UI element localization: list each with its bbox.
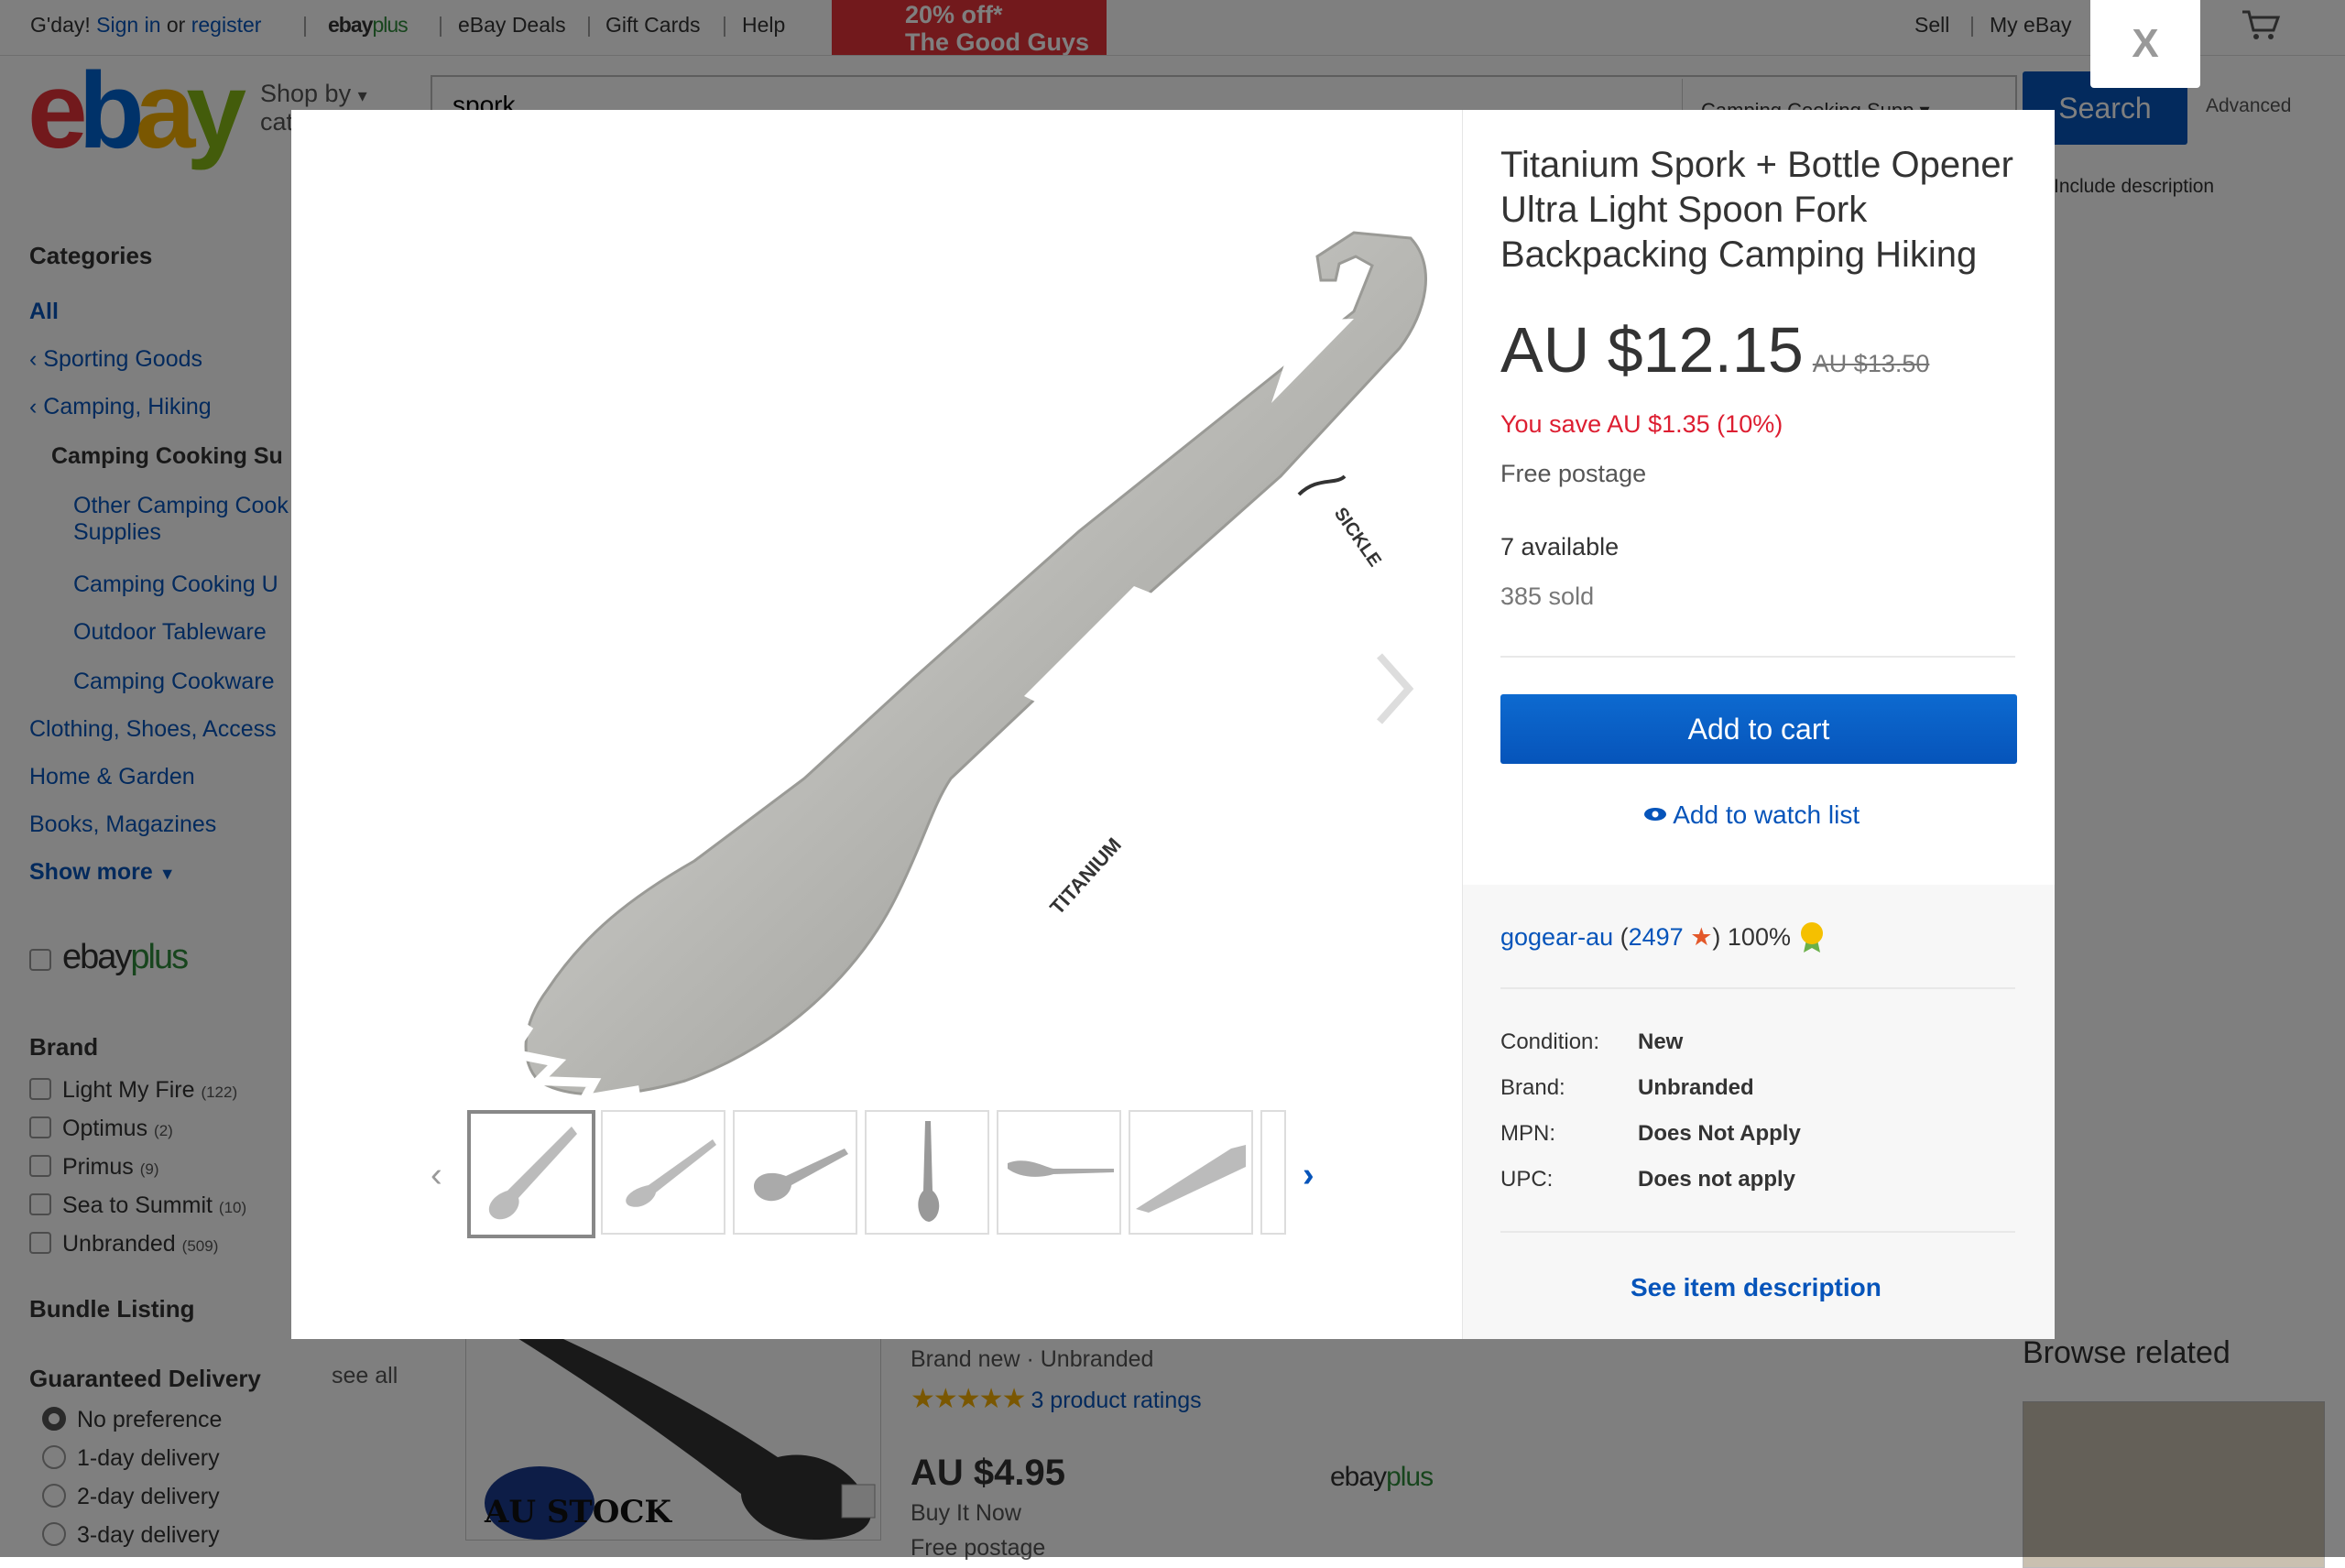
- spec-value: Unbranded: [1638, 1075, 1754, 1100]
- top-rated-seller-icon: [1798, 922, 1826, 953]
- see-item-description-link[interactable]: See item description: [1631, 1273, 1881, 1302]
- star-icon: ★: [1690, 923, 1713, 951]
- image-viewer: SICKLE TITANIUM: [291, 110, 1462, 1280]
- thumbnail[interactable]: [467, 1110, 595, 1238]
- spec-value: Does Not Apply: [1638, 1121, 1801, 1146]
- spec-label: Brand:: [1500, 1075, 1565, 1100]
- spec-value: Does not apply: [1638, 1167, 1796, 1192]
- details-lower-panel: [1463, 885, 2055, 1339]
- spec-label: Condition:: [1500, 1029, 1600, 1054]
- spec-value: New: [1638, 1029, 1684, 1054]
- divider: [1500, 987, 2015, 989]
- original-price: AU $13.50: [1812, 350, 1930, 377]
- product-price: AU $12.15 AU $13.50: [1500, 314, 1930, 386]
- seller-name-link[interactable]: gogear-au: [1500, 923, 1613, 951]
- spec-label: UPC:: [1500, 1167, 1554, 1192]
- seller-info: gogear-au (2497 ★) 100%: [1500, 921, 1826, 953]
- add-to-cart-button[interactable]: Add to cart: [1500, 694, 2017, 764]
- engraving-sickle: SICKLE: [1330, 504, 1385, 571]
- sickle-logo-icon: [1297, 474, 1347, 496]
- divider: [1500, 656, 2015, 658]
- divider: [1500, 1231, 2015, 1233]
- product-image: SICKLE TITANIUM: [503, 231, 1428, 1105]
- spec-label: MPN:: [1500, 1121, 1555, 1146]
- product-title: Titanium Spork + Bottle Opener Ultra Lig…: [1500, 145, 2013, 275]
- thumbnail-prev-arrow[interactable]: ‹: [431, 1156, 442, 1195]
- thumbnail[interactable]: [865, 1110, 989, 1235]
- next-image-arrow[interactable]: [1374, 650, 1414, 732]
- savings-text: You save AU $1.35 (10%): [1500, 410, 1783, 438]
- availability-text: 7 available: [1500, 533, 1620, 561]
- eye-icon: [1643, 800, 1667, 829]
- thumbnail[interactable]: [997, 1110, 1121, 1235]
- engraving-titanium: TITANIUM: [1045, 833, 1126, 920]
- seller-feedback-link[interactable]: 2497: [1629, 923, 1684, 951]
- sold-count: 385 sold: [1500, 583, 1595, 610]
- thumbnail-next-arrow[interactable]: ›: [1303, 1156, 1314, 1195]
- thumbnail[interactable]: [601, 1110, 725, 1235]
- add-to-watch-list-link[interactable]: Add to watch list: [1643, 800, 1860, 830]
- close-button[interactable]: X: [2090, 0, 2200, 88]
- thumbnail[interactable]: [1129, 1110, 1253, 1235]
- thumbnail[interactable]: [1260, 1110, 1286, 1235]
- postage-text: Free postage: [1500, 460, 1647, 487]
- thumbnail[interactable]: [733, 1110, 857, 1235]
